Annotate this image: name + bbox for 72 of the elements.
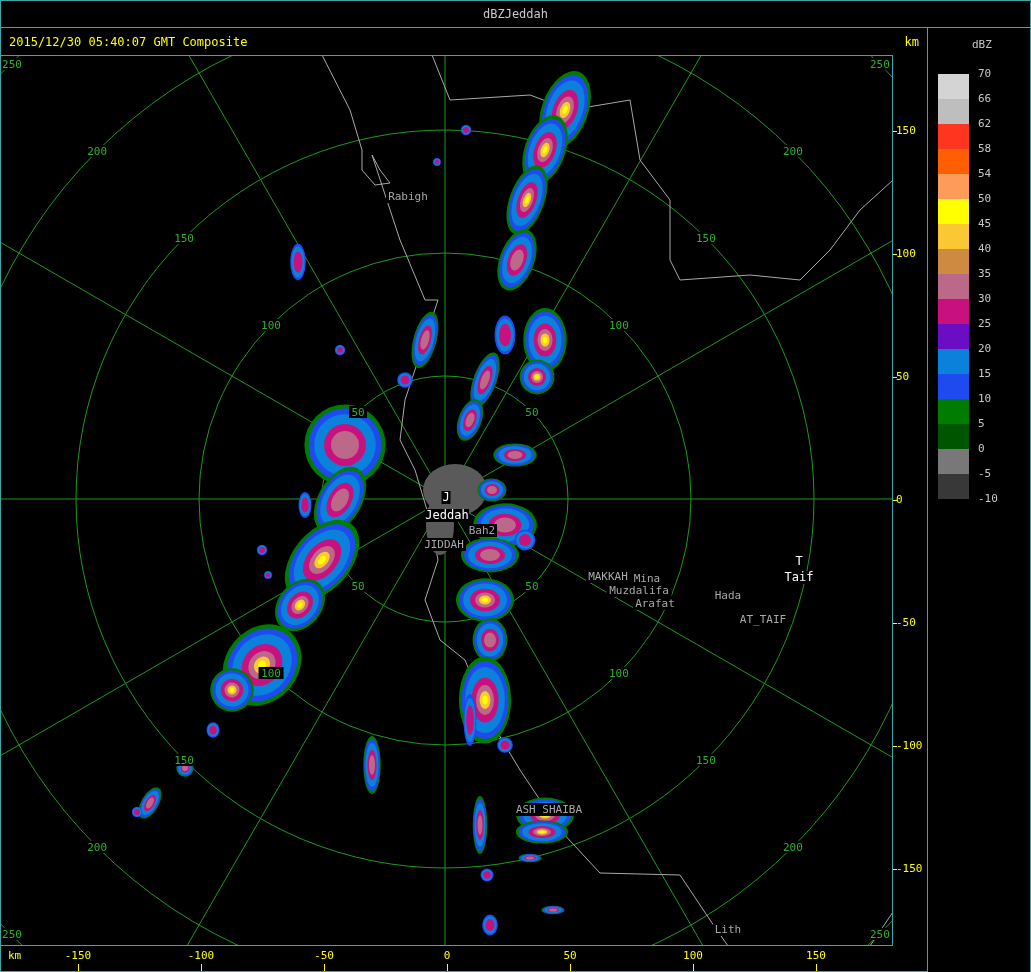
range-label: 150 — [174, 232, 194, 246]
range-label: 50 — [525, 579, 539, 593]
range-label: 50 — [351, 579, 365, 593]
axis-tick-label: -50 — [314, 950, 334, 962]
scale-label: 70 — [978, 68, 992, 80]
scale-label: 35 — [978, 268, 992, 280]
axis-tick-label: 100 — [896, 248, 916, 260]
scale-label: 54 — [978, 168, 992, 180]
station-label: J — [442, 490, 450, 504]
scale-label: 20 — [978, 343, 992, 355]
scale-label: 40 — [978, 243, 992, 255]
range-label: 150 — [696, 753, 716, 767]
range-label: 200 — [782, 145, 803, 159]
axis-tick-label: 0 — [896, 494, 903, 506]
axis-tick-label: -150 — [896, 863, 923, 875]
range-label: 50 — [525, 406, 539, 420]
range-label: 100 — [609, 319, 629, 333]
range-label: 250 — [2, 58, 22, 72]
station-label: T — [795, 554, 803, 568]
axis-tick-label: 0 — [443, 950, 451, 962]
scale-label: 45 — [978, 218, 992, 230]
scale-label: 50 — [978, 193, 992, 205]
scale-label: 66 — [978, 93, 992, 105]
unit-label: km — [904, 34, 919, 49]
axis-tick-label: 50 — [563, 950, 577, 962]
range-label: 200 — [87, 840, 108, 854]
place-label: Muzdalifa — [609, 584, 669, 597]
place-label: Rabigh — [388, 190, 428, 203]
place-label: Lith — [714, 923, 742, 936]
range-label: 250 — [2, 927, 22, 941]
timestamp: 2015/12/30 05:40:07 GMT Composite — [9, 34, 248, 49]
place-label: ASH SHAIBA — [515, 803, 583, 816]
place-label: JIDDAH — [424, 538, 464, 551]
axis-tick-label: -100 — [187, 950, 215, 962]
place-label: Bah2 — [468, 524, 496, 537]
unit-label: km — [8, 950, 22, 962]
axis-tick-label: -100 — [896, 740, 923, 752]
axis-tick-label: 150 — [896, 125, 916, 137]
station-label: Jeddah — [425, 508, 469, 522]
station-label: Taif — [784, 570, 814, 584]
scale-label: -5 — [978, 468, 992, 480]
range-label: 250 — [869, 58, 890, 72]
scale-label: -10 — [978, 493, 998, 505]
axis-tick-label: 100 — [683, 950, 703, 962]
scale-label: 58 — [978, 143, 992, 155]
range-label: 250 — [869, 927, 890, 941]
range-label: 150 — [174, 753, 194, 767]
range-label: 100 — [261, 319, 281, 333]
range-label: 100 — [261, 666, 281, 680]
scale-label: 62 — [978, 118, 992, 130]
scale-label: 10 — [978, 393, 992, 405]
range-label: 50 — [351, 406, 365, 420]
scale-label: 25 — [978, 318, 992, 330]
scale-label: 5 — [978, 418, 985, 430]
place-label: Arafat — [635, 597, 675, 610]
place-label: MAKKAH — [588, 570, 628, 583]
scale-label: 15 — [978, 368, 992, 380]
range-label: 150 — [696, 232, 716, 246]
axis-tick-label: -50 — [896, 617, 916, 629]
axis-tick-label: -150 — [64, 950, 92, 962]
place-label: Mina — [633, 572, 661, 585]
legend-title: dBZ — [972, 38, 992, 51]
place-label: AT_TAIF — [739, 613, 787, 626]
axis-tick-label: 150 — [806, 950, 826, 962]
axis-tick-label: 50 — [896, 371, 910, 383]
range-label: 200 — [87, 145, 108, 159]
window-title: dBZJeddah — [483, 7, 548, 21]
scale-label: 30 — [978, 293, 992, 305]
place-label: Hada — [714, 589, 742, 602]
range-label: 100 — [609, 666, 629, 680]
range-label: 200 — [782, 840, 803, 854]
scale-label: 0 — [978, 443, 985, 455]
